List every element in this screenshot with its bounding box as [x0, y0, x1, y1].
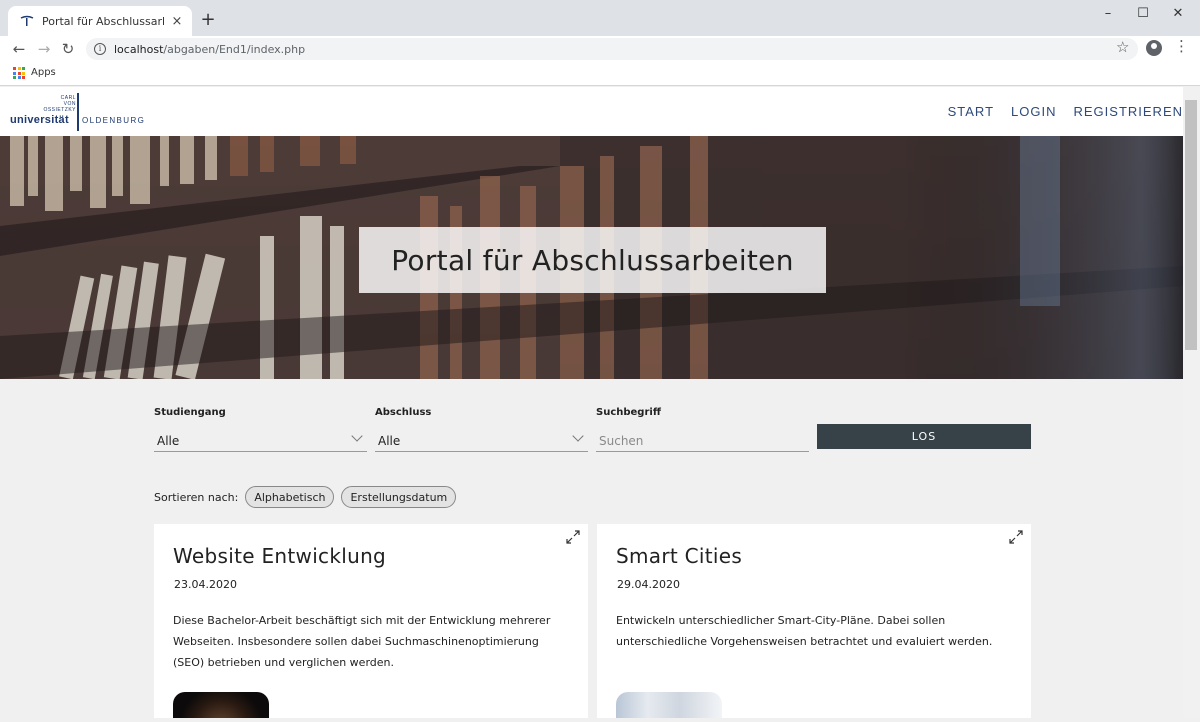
apps-grid-icon[interactable]	[13, 67, 25, 79]
main-navigation: START LOGIN REGISTRIEREN	[931, 104, 1183, 119]
address-bar[interactable]: i localhost/abgaben/End1/index.php	[86, 38, 1138, 60]
logo-divider	[77, 93, 79, 131]
tab-close-icon[interactable]: ×	[170, 14, 184, 29]
expand-icon[interactable]	[566, 530, 580, 544]
studiengang-select[interactable]: Alle	[154, 428, 367, 452]
logo-oldenburg: OLDENBURG	[82, 116, 146, 125]
card-date: 23.04.2020	[174, 578, 237, 591]
chevron-down-icon	[351, 430, 363, 442]
chevron-down-icon	[572, 430, 584, 442]
card-description: Entwickeln unterschiedlicher Smart-City-…	[616, 614, 993, 648]
card-description: Diese Bachelor-Arbeit beschäftigt sich m…	[173, 614, 551, 669]
filter-form: Studiengang Alle Abschluss Alle Suchbegr…	[154, 407, 1031, 453]
search-input[interactable]: Suchen	[596, 428, 809, 452]
apps-bookmark-link[interactable]: Apps	[31, 67, 56, 78]
expand-icon[interactable]	[1009, 530, 1023, 544]
window-close-button[interactable]: ✕	[1168, 6, 1188, 21]
studiengang-value: Alle	[157, 434, 180, 448]
sort-label: Sortieren nach:	[154, 490, 239, 504]
university-logo[interactable]: CARL VON OSSIETZKY universität OLDENBURG	[10, 93, 150, 133]
window-minimize-button[interactable]: –	[1098, 6, 1118, 21]
sort-alphabetical-button[interactable]: Alphabetisch	[245, 486, 335, 508]
scrollbar-thumb[interactable]	[1185, 100, 1197, 350]
back-arrow-icon[interactable]: ←	[10, 39, 28, 59]
site-favicon-icon	[20, 15, 34, 26]
sort-date-button[interactable]: Erstellungsdatum	[341, 486, 457, 508]
logo-universitaet: universität	[10, 114, 69, 126]
search-placeholder: Suchen	[599, 434, 644, 448]
hero-title: Portal für Abschlussarbeiten	[359, 227, 826, 293]
reload-icon[interactable]: ↻	[59, 39, 77, 59]
search-submit-button[interactable]: LOS	[817, 424, 1031, 449]
thesis-card[interactable]: Smart Cities 29.04.2020 Entwickeln unter…	[597, 524, 1031, 718]
tab-title: Portal für Abschlussarbeiten | Uni	[42, 14, 164, 28]
nav-register-link[interactable]: REGISTRIEREN	[1073, 104, 1183, 119]
card-thumbnail-image	[616, 692, 722, 718]
nav-login-link[interactable]: LOGIN	[1011, 104, 1056, 119]
browser-menu-icon[interactable]: ⋮	[1174, 37, 1189, 55]
forward-arrow-icon[interactable]: →	[35, 39, 53, 59]
site-header: CARL VON OSSIETZKY universität OLDENBURG…	[0, 87, 1183, 136]
abschluss-label: Abschluss	[375, 407, 432, 418]
suchbegriff-label: Suchbegriff	[596, 407, 661, 418]
abschluss-value: Alle	[378, 434, 401, 448]
abschluss-select[interactable]: Alle	[375, 428, 588, 452]
browser-tab-bar: Portal für Abschlussarbeiten | Uni × + –…	[0, 0, 1200, 36]
info-icon[interactable]: i	[94, 43, 106, 55]
card-title[interactable]: Website Entwicklung	[173, 544, 386, 568]
sort-controls: Sortieren nach: Alphabetisch Erstellungs…	[154, 485, 463, 509]
browser-toolbar: ← → ↻ i localhost/abgaben/End1/index.php…	[0, 36, 1200, 62]
hero-banner: Portal für Abschlussarbeiten	[0, 136, 1183, 379]
window-maximize-button[interactable]: ☐	[1133, 6, 1153, 21]
card-date: 29.04.2020	[617, 578, 680, 591]
browser-tab[interactable]: Portal für Abschlussarbeiten | Uni ×	[8, 6, 192, 36]
url-path: /abgaben/End1/index.php	[163, 42, 306, 56]
thesis-card[interactable]: Website Entwicklung 23.04.2020 Diese Bac…	[154, 524, 588, 718]
page-viewport: CARL VON OSSIETZKY universität OLDENBURG…	[0, 87, 1183, 718]
nav-start-link[interactable]: START	[948, 104, 994, 119]
profile-avatar-icon[interactable]	[1146, 40, 1162, 56]
studiengang-label: Studiengang	[154, 407, 226, 418]
bookmark-star-icon[interactable]: ☆	[1116, 38, 1129, 56]
card-title[interactable]: Smart Cities	[616, 544, 742, 568]
new-tab-button[interactable]: +	[200, 11, 216, 29]
card-thumbnail-image	[173, 692, 269, 718]
bookmarks-bar: Apps	[0, 62, 1200, 86]
url-host: localhost	[114, 42, 164, 56]
logo-line-3: OSSIETZKY	[43, 107, 76, 113]
